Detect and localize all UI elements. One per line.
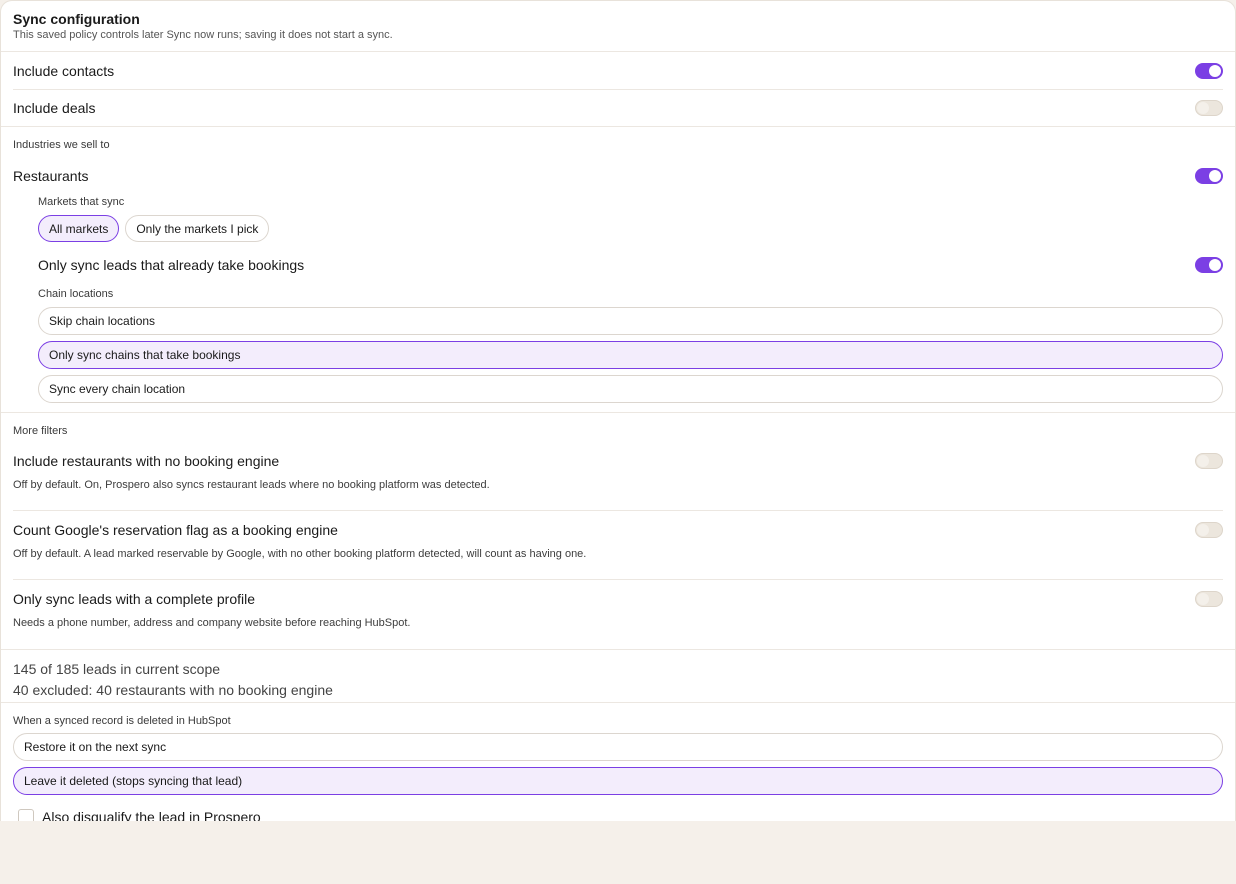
scope-count: 145 of 185 leads in current scope (13, 661, 221, 677)
restaurants-row: Restaurants (13, 167, 1223, 185)
disqualify-label: Also disqualify the lead in Prospero (42, 809, 261, 821)
chip-only-markets-i-pick[interactable]: Only the markets I pick (125, 215, 270, 242)
more-filters-header: More filters (1, 413, 1235, 442)
complete-profile-toggle[interactable] (1195, 591, 1223, 607)
toggle-knob (1197, 593, 1209, 605)
include-deals-row: Include deals (1, 90, 1235, 126)
filter-title: Count Google's reservation flag as a boo… (13, 522, 338, 538)
include-contacts-label: Include contacts (13, 62, 115, 79)
filter-complete-profile: Only sync leads with a complete profile … (1, 580, 1235, 649)
include-deals-label: Include deals (13, 100, 96, 116)
chain-option-bookings[interactable]: Only sync chains that take bookings (38, 341, 1223, 369)
markets-chips: All markets Only the markets I pick (38, 215, 270, 242)
more-filters-label: More filters (13, 425, 68, 437)
include-deals-toggle[interactable] (1195, 100, 1223, 116)
markets-label: Markets that sync (38, 196, 125, 208)
toggle-knob (1209, 64, 1221, 77)
filter-description: Off by default. A lead marked reservable… (13, 548, 587, 560)
disqualify-checkbox[interactable] (18, 809, 34, 821)
filter-google-reservation: Count Google's reservation flag as a boo… (1, 511, 1235, 580)
toggle-knob (1209, 170, 1221, 182)
bookings-label: Only sync leads that already take bookin… (38, 257, 305, 273)
filter-description: Needs a phone number, address and compan… (13, 617, 411, 629)
panel-header: Sync configuration This saved policy con… (1, 1, 1235, 52)
chain-option-every[interactable]: Sync every chain location (38, 375, 1223, 403)
no-booking-engine-toggle[interactable] (1195, 453, 1223, 469)
sync-config-panel: Sync configuration This saved policy con… (0, 0, 1236, 821)
filter-row: Count Google's reservation flag as a boo… (13, 511, 1223, 580)
toggle-knob (1209, 259, 1221, 271)
deletion-section: When a synced record is deleted in HubSp… (1, 703, 1235, 821)
toggle-knob (1197, 455, 1209, 467)
toggle-knob (1197, 524, 1209, 536)
scope-summary: 145 of 185 leads in current scope 40 exc… (1, 650, 1235, 702)
deletion-option-restore[interactable]: Restore it on the next sync (13, 733, 1223, 761)
industries-section: Industries we sell to Restaurants Market… (1, 127, 1235, 412)
filter-title: Only sync leads with a complete profile (13, 591, 255, 607)
chip-all-markets[interactable]: All markets (38, 215, 120, 242)
deletion-label: When a synced record is deleted in HubSp… (13, 715, 231, 727)
page-subtitle: This saved policy controls later Sync no… (13, 29, 393, 41)
page-title: Sync configuration (13, 11, 140, 27)
filter-title: Include restaurants with no booking engi… (13, 453, 280, 469)
bookings-row: Only sync leads that already take bookin… (38, 256, 1223, 274)
google-reservation-toggle[interactable] (1195, 522, 1223, 538)
scope-excluded: 40 excluded: 40 restaurants with no book… (13, 682, 333, 698)
bookings-toggle[interactable] (1195, 257, 1223, 273)
include-contacts-row: Include contacts (1, 52, 1235, 89)
restaurants-toggle[interactable] (1195, 168, 1223, 184)
filter-row: Only sync leads with a complete profile … (13, 580, 1223, 649)
restaurants-label: Restaurants (13, 168, 89, 184)
filter-no-booking-engine: Include restaurants with no booking engi… (1, 442, 1235, 511)
chain-locations-label: Chain locations (38, 288, 114, 300)
include-contacts-toggle[interactable] (1195, 62, 1223, 79)
industries-section-label: Industries we sell to (13, 139, 110, 151)
filter-description: Off by default. On, Prospero also syncs … (13, 479, 490, 491)
filter-row: Include restaurants with no booking engi… (13, 442, 1223, 511)
disqualify-row: Also disqualify the lead in Prospero (18, 809, 261, 821)
deletion-option-leave[interactable]: Leave it deleted (stops syncing that lea… (13, 767, 1223, 795)
chain-option-skip[interactable]: Skip chain locations (38, 307, 1223, 335)
toggle-knob (1197, 102, 1209, 114)
